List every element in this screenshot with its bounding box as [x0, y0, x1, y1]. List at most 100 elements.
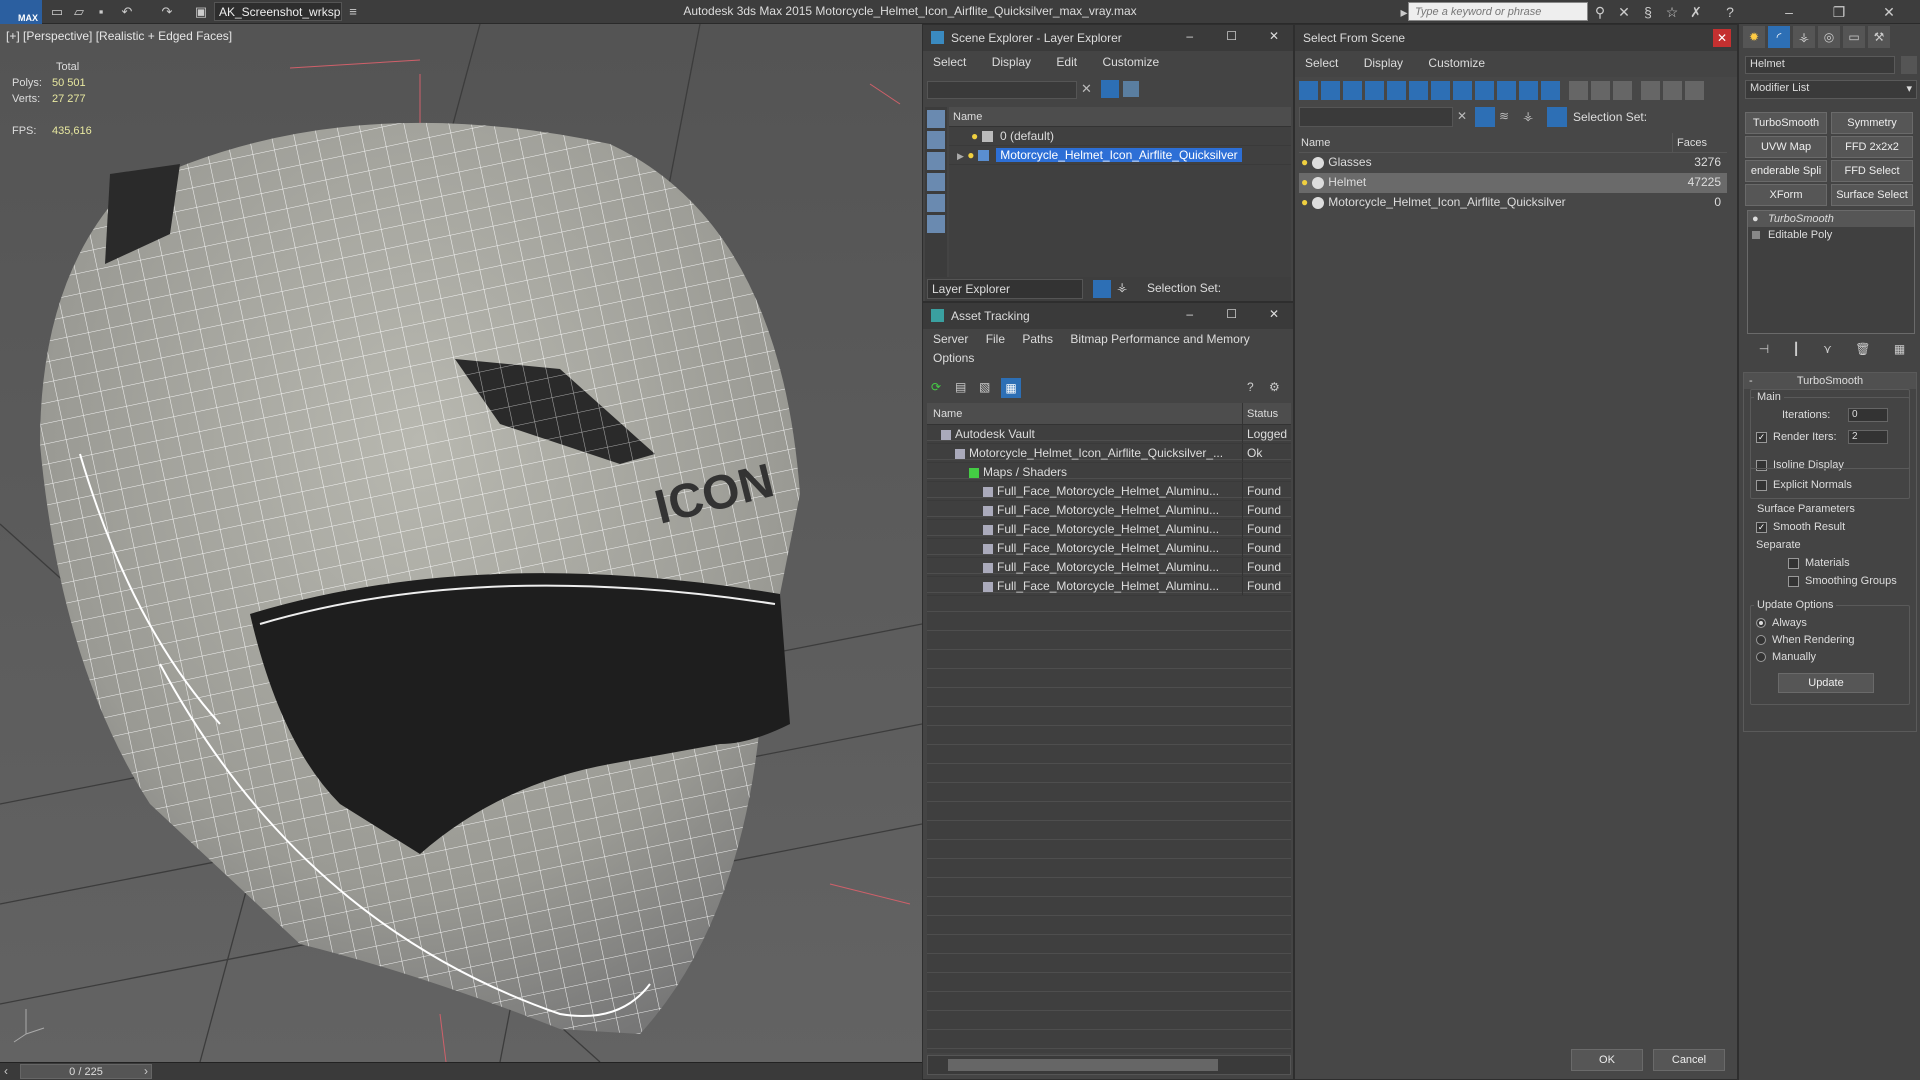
- sfs-menu-customize[interactable]: Customize: [1428, 56, 1485, 70]
- thumbnail-icon[interactable]: ▧: [979, 380, 990, 394]
- asset-tracking-maximize-icon[interactable]: ☐: [1226, 307, 1237, 321]
- modify-tab-icon[interactable]: ◜: [1768, 26, 1790, 48]
- layer-tools-icon[interactable]: [1123, 81, 1139, 97]
- timeline-prev-icon[interactable]: ‹: [4, 1064, 8, 1078]
- collapse-icon[interactable]: [1685, 81, 1704, 100]
- new-file-icon[interactable]: ▭: [48, 3, 66, 20]
- layer-tree-header[interactable]: Name: [949, 107, 1291, 127]
- light-bulb-icon[interactable]: ●: [1301, 175, 1308, 189]
- asset-row[interactable]: Full_Face_Motorcycle_Helmet_Aluminu... Fo…: [927, 501, 1291, 520]
- surface-select-button[interactable]: Surface Select: [1831, 184, 1913, 206]
- sfs-col-faces[interactable]: Faces: [1673, 133, 1707, 152]
- asset-menu-paths[interactable]: Paths: [1022, 332, 1053, 346]
- expand-arrow-icon[interactable]: ▶: [957, 151, 964, 161]
- open-file-icon[interactable]: ▱: [70, 3, 88, 20]
- sort-icon[interactable]: [1663, 81, 1682, 100]
- filter-cameras-icon[interactable]: [1365, 81, 1384, 100]
- update-button[interactable]: Update: [1778, 673, 1874, 693]
- asset-menu-file[interactable]: File: [986, 332, 1005, 346]
- scene-explorer-search-input[interactable]: [927, 81, 1077, 99]
- remove-modifier-icon[interactable]: 🗑: [1855, 342, 1870, 362]
- table-view-icon[interactable]: ▦: [1001, 378, 1021, 398]
- sfs-display-children-icon[interactable]: [1547, 107, 1567, 127]
- close-icon[interactable]: ✕: [1870, 0, 1908, 24]
- sfs-menu-select[interactable]: Select: [1305, 56, 1338, 70]
- asset-col-name[interactable]: Name: [927, 403, 1243, 424]
- asset-menu-options[interactable]: Options: [933, 351, 974, 365]
- asset-row[interactable]: Full_Face_Motorcycle_Helmet_Aluminu... Fo…: [927, 577, 1291, 596]
- layer-row-helmet[interactable]: ▶ ● Motorcycle_Helmet_Icon_Airflite_Quic…: [949, 146, 1291, 165]
- explicit-normals-checkbox[interactable]: [1756, 479, 1767, 491]
- scene-explorer-menu-select[interactable]: Select: [933, 55, 966, 69]
- app-logo[interactable]: MAX: [0, 0, 42, 24]
- filter-geometry-icon[interactable]: [1299, 81, 1318, 100]
- clear-search-icon[interactable]: ✕: [1081, 81, 1092, 97]
- filter-groups-icon[interactable]: [1431, 81, 1450, 100]
- asset-row[interactable]: Full_Face_Motorcycle_Helmet_Aluminu... Fo…: [927, 482, 1291, 501]
- light-bulb-icon[interactable]: ●: [1301, 195, 1308, 209]
- asset-row[interactable]: Full_Face_Motorcycle_Helmet_Aluminu... Fo…: [927, 520, 1291, 539]
- asset-row[interactable]: Maps / Shaders: [927, 463, 1291, 482]
- select-invert-icon[interactable]: [1613, 81, 1632, 100]
- asset-row[interactable]: Autodesk Vault Logged: [927, 425, 1291, 444]
- maximize-icon[interactable]: ❐: [1820, 0, 1858, 24]
- sfs-hierarchy-icon[interactable]: ⚶: [1523, 109, 1533, 123]
- sfs-filter-icon[interactable]: [1475, 107, 1495, 127]
- funnel-icon[interactable]: [1641, 81, 1660, 100]
- symmetry-button[interactable]: Symmetry: [1831, 112, 1913, 134]
- motion-tab-icon[interactable]: ◎: [1818, 26, 1840, 48]
- scene-explorer-minimize-icon[interactable]: –: [1186, 29, 1193, 43]
- light-bulb-icon[interactable]: ●: [971, 129, 978, 143]
- asset-row[interactable]: Full_Face_Motorcycle_Helmet_Aluminu... Fo…: [927, 558, 1291, 577]
- turbosmooth-button[interactable]: TurboSmooth: [1745, 112, 1827, 134]
- asset-row[interactable]: Motorcycle_Helmet_Icon_Airflite_Quicksil…: [927, 444, 1291, 463]
- rollout-collapse-icon[interactable]: -: [1749, 373, 1753, 389]
- always-radio[interactable]: [1756, 618, 1766, 629]
- workspace-dropdown[interactable]: AK_Screenshot_wrksp: [214, 2, 342, 21]
- layer-row-default[interactable]: ● 0 (default): [949, 127, 1291, 146]
- filter-shapes-icon[interactable]: [1321, 81, 1340, 100]
- filter-spacewarps-icon[interactable]: [1409, 81, 1428, 100]
- display-tab-icon[interactable]: ▭: [1843, 26, 1865, 48]
- display-shapes-icon[interactable]: [927, 152, 945, 170]
- undo-icon[interactable]: ↶: [118, 3, 136, 20]
- scene-explorer-close-icon[interactable]: ✕: [1269, 29, 1279, 43]
- smoothing-groups-checkbox[interactable]: [1788, 575, 1799, 587]
- show-end-result-icon[interactable]: ┃: [1793, 342, 1800, 362]
- filter-xrefs-icon[interactable]: [1453, 81, 1472, 100]
- when-rendering-radio[interactable]: [1756, 635, 1766, 646]
- display-none-icon[interactable]: [927, 110, 945, 128]
- stack-item-turbosmooth[interactable]: ● TurboSmooth: [1748, 211, 1914, 227]
- workspace-menu-icon[interactable]: ≡: [344, 3, 362, 20]
- filter-icon[interactable]: [1101, 80, 1119, 98]
- smooth-result-checkbox[interactable]: ✓: [1756, 521, 1767, 533]
- display-helpers-icon[interactable]: [927, 215, 945, 233]
- stack-item-editable-poly[interactable]: Editable Poly: [1748, 227, 1914, 243]
- scene-object-row[interactable]: ● Glasses 3276: [1299, 153, 1727, 173]
- filter-lights-icon[interactable]: [1343, 81, 1362, 100]
- subscription-icon[interactable]: §: [1638, 2, 1658, 22]
- scene-explorer-maximize-icon[interactable]: ☐: [1226, 29, 1237, 43]
- ffd-button[interactable]: FFD 2x2x2: [1831, 136, 1913, 158]
- tools-icon[interactable]: ✕: [1614, 2, 1634, 22]
- display-geometry-icon[interactable]: [927, 131, 945, 149]
- timeline-next-icon[interactable]: ›: [144, 1064, 148, 1078]
- display-lights-icon[interactable]: [927, 173, 945, 191]
- display-cameras-icon[interactable]: [927, 194, 945, 212]
- cancel-button[interactable]: Cancel: [1653, 1049, 1725, 1071]
- modifier-list-dropdown[interactable]: Modifier List ▾: [1745, 80, 1917, 99]
- asset-row[interactable]: Full_Face_Motorcycle_Helmet_Aluminu... Fo…: [927, 539, 1291, 558]
- pin-stack-icon[interactable]: ⊣: [1759, 342, 1769, 362]
- filter-bones-icon[interactable]: [1475, 81, 1494, 100]
- scene-explorer-menu-display[interactable]: Display: [992, 55, 1031, 69]
- time-slider[interactable]: 0 / 225: [20, 1064, 152, 1079]
- hierarchy-icon[interactable]: ⚶: [1117, 280, 1127, 294]
- select-none-icon[interactable]: [1591, 81, 1610, 100]
- layer-explorer-toggle-icon[interactable]: [1093, 280, 1111, 298]
- asset-tracking-minimize-icon[interactable]: –: [1186, 307, 1193, 321]
- asset-menu-bitmap[interactable]: Bitmap Performance and Memory: [1070, 332, 1249, 346]
- asset-settings-icon[interactable]: ⚙: [1269, 380, 1280, 394]
- sfs-col-name[interactable]: Name: [1299, 133, 1673, 152]
- select-from-scene-close-icon[interactable]: ✕: [1713, 29, 1731, 47]
- scene-object-row[interactable]: ● Helmet 47225: [1299, 173, 1727, 193]
